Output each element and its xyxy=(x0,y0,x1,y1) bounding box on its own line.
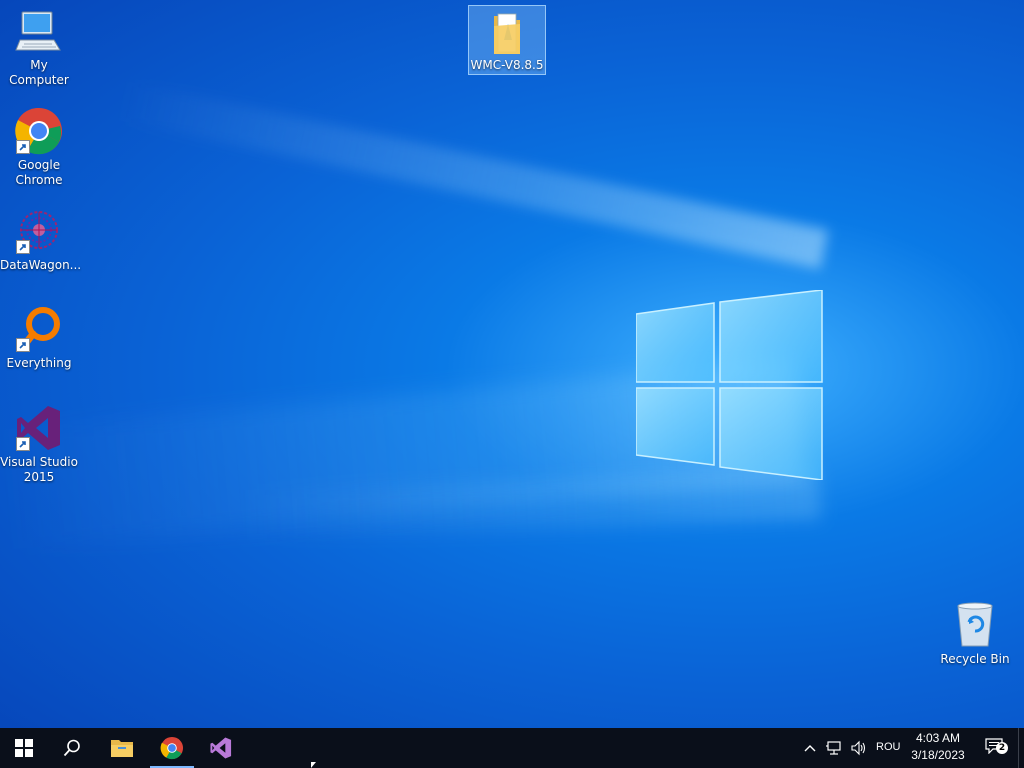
desktop-icon-google-chrome[interactable]: Google Chrome xyxy=(0,106,78,188)
light-beam xyxy=(239,470,821,541)
desktop-icon-label: Google Chrome xyxy=(15,158,63,187)
desktop-icon-label: WMC-V8.8.5 xyxy=(470,58,544,72)
taskbar-chrome[interactable] xyxy=(148,728,196,768)
desktop-icon-visual-studio[interactable]: Visual Studio 2015 xyxy=(0,403,78,485)
folder-icon xyxy=(482,10,532,56)
clock[interactable]: 4:03 AM 3/18/2023 xyxy=(902,730,974,764)
chrome-icon xyxy=(14,106,64,156)
desktop-icon-label: DataWagon... xyxy=(0,258,82,272)
desktop-icon-my-computer[interactable]: My Computer xyxy=(0,6,78,88)
visual-studio-icon xyxy=(14,403,64,453)
shortcut-arrow-icon xyxy=(16,240,30,254)
mouse-cursor-icon xyxy=(311,762,316,768)
notification-count-badge: 2 xyxy=(996,742,1008,754)
file-explorer-icon xyxy=(111,740,133,757)
volume-button[interactable] xyxy=(848,728,868,768)
start-icon xyxy=(15,739,33,757)
everything-icon xyxy=(14,304,64,354)
datawagon-icon xyxy=(14,206,64,256)
desktop-icon-label: Recycle Bin xyxy=(940,652,1010,666)
shortcut-arrow-icon xyxy=(16,437,30,451)
chrome-icon xyxy=(160,736,184,760)
computer-icon xyxy=(14,6,64,56)
taskbar: ROU 4:03 AM 3/18/2023 2 xyxy=(0,728,1024,768)
network-button[interactable] xyxy=(824,728,846,768)
clock-time: 4:03 AM xyxy=(915,731,961,745)
desktop-icon-label: Visual Studio 2015 xyxy=(0,455,78,484)
desktop-icon-label: My Computer xyxy=(9,58,69,87)
light-beam xyxy=(115,80,829,270)
action-center-button[interactable]: 2 xyxy=(978,728,1012,768)
recycle-bin-icon xyxy=(950,600,1000,650)
desktop-icon-everything[interactable]: Everything xyxy=(0,304,78,371)
chevron-up-icon xyxy=(804,745,816,752)
show-desktop-button[interactable] xyxy=(1018,728,1024,768)
desktop-icon-wmc-folder[interactable]: WMC-V8.8.5 xyxy=(468,5,546,75)
desktop-icon-datawagon[interactable]: DataWagon... xyxy=(0,206,82,273)
search-icon xyxy=(63,739,80,757)
start-button[interactable] xyxy=(0,728,48,768)
windows-wallpaper-logo-icon xyxy=(635,289,824,481)
visual-studio-icon xyxy=(210,737,232,759)
shortcut-arrow-icon xyxy=(16,338,30,352)
desktop-icon-label: Everything xyxy=(6,356,72,370)
taskbar-file-explorer[interactable] xyxy=(98,728,146,768)
network-icon xyxy=(826,741,841,755)
input-language-indicator[interactable]: ROU xyxy=(876,741,900,753)
taskbar-visual-studio[interactable] xyxy=(198,728,244,768)
speaker-icon xyxy=(851,740,866,756)
show-hidden-icons-button[interactable] xyxy=(800,728,820,768)
desktop-icon-recycle-bin[interactable]: Recycle Bin xyxy=(936,600,1014,667)
clock-date: 3/18/2023 xyxy=(911,748,965,762)
search-button[interactable] xyxy=(48,728,96,768)
shortcut-arrow-icon xyxy=(16,140,30,154)
